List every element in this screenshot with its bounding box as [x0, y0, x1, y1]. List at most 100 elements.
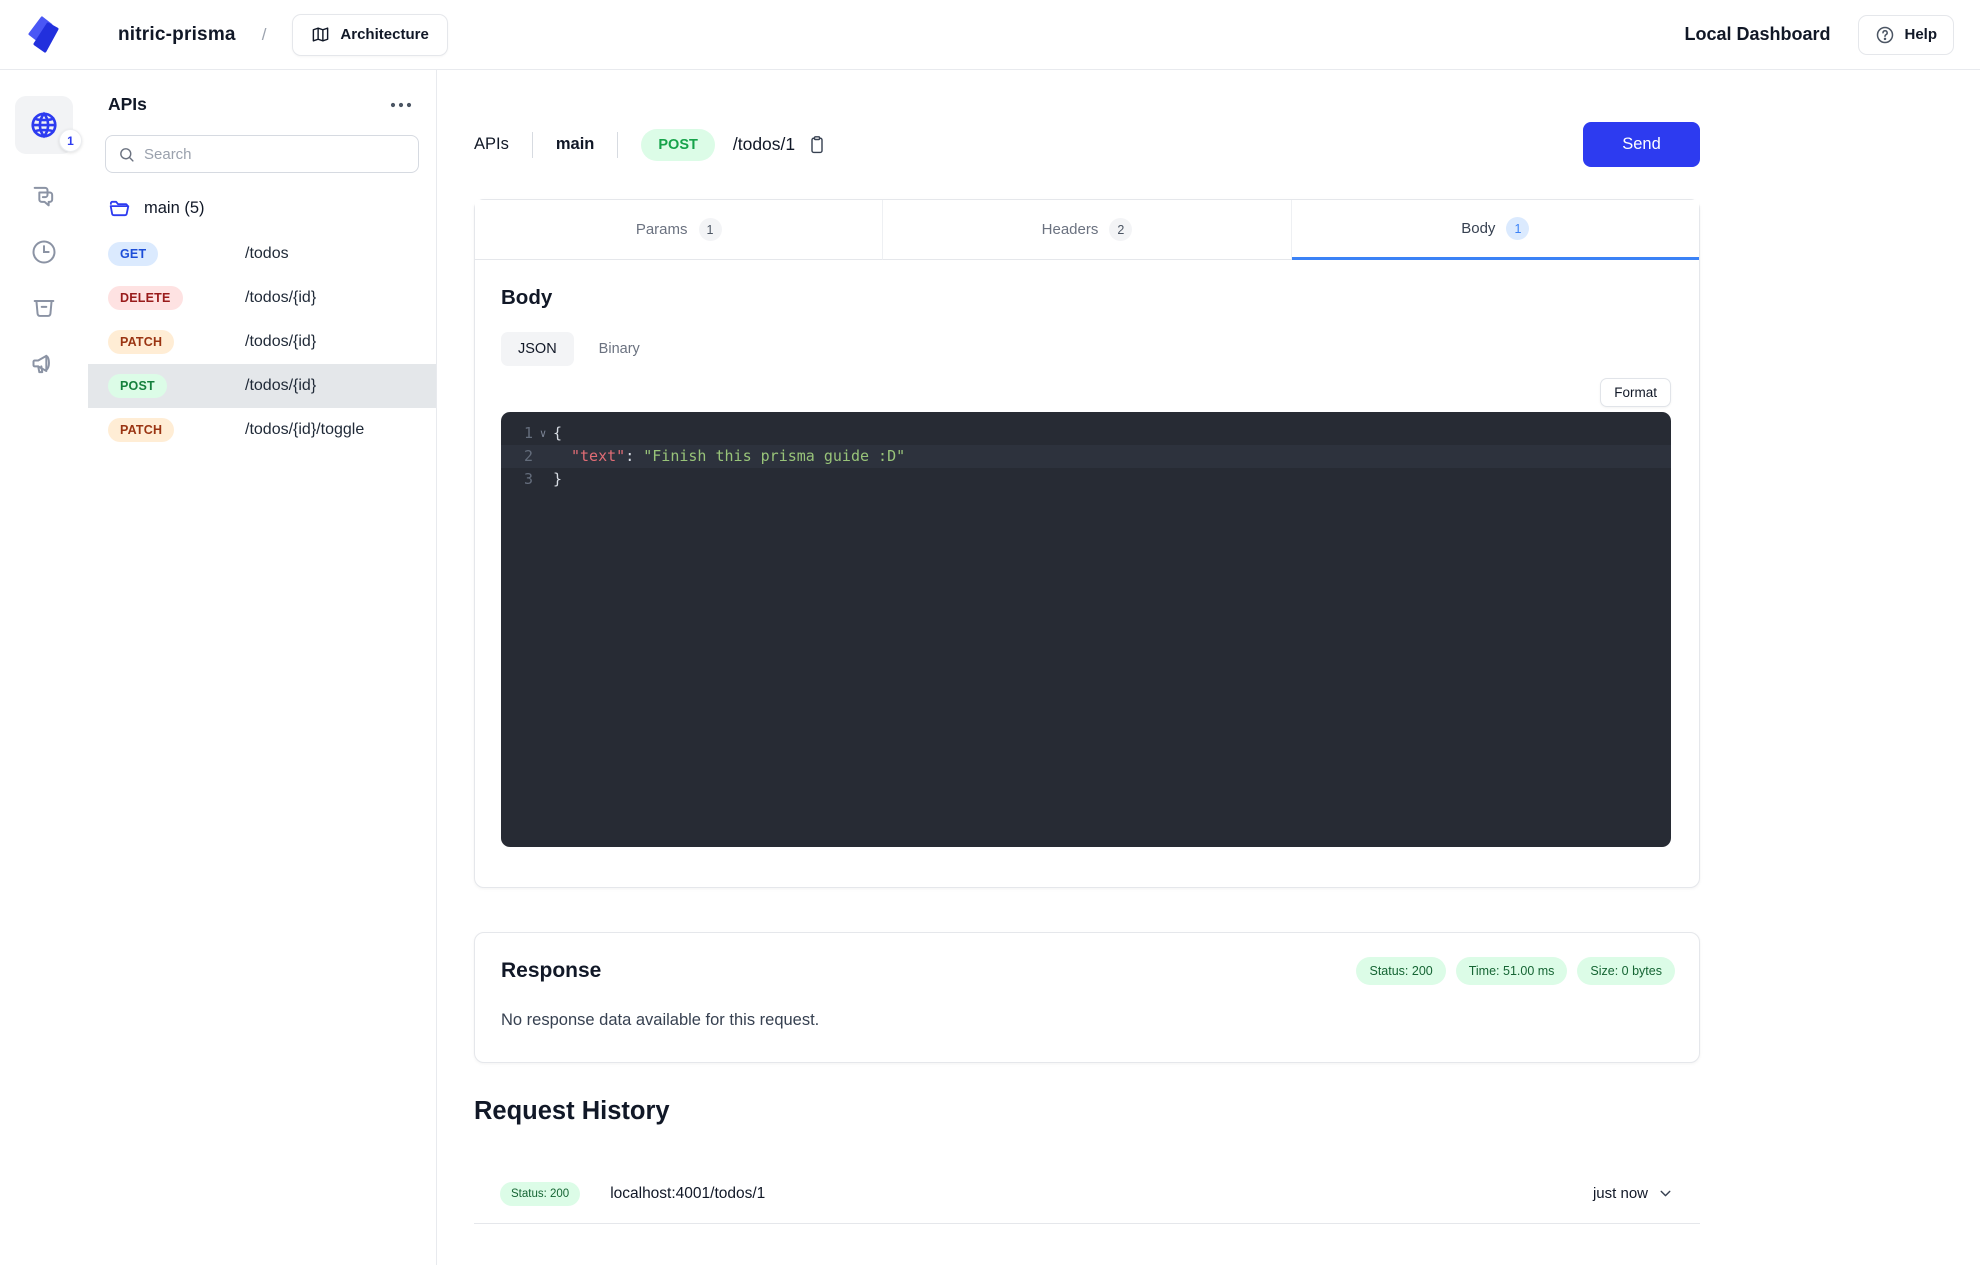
- globe-icon: [29, 110, 59, 140]
- chevron-down-icon[interactable]: [1657, 1185, 1674, 1202]
- architecture-label: Architecture: [340, 26, 429, 43]
- breadcrumb-divider: [531, 131, 533, 158]
- code-token: :: [625, 447, 644, 465]
- editor-line: 1 ∨ {: [501, 422, 1671, 445]
- mode-binary-button[interactable]: Binary: [582, 332, 657, 366]
- code-token: }: [553, 470, 563, 488]
- status-badge: Status: 200: [1356, 957, 1446, 985]
- breadcrumb-apis[interactable]: APIs: [474, 135, 509, 154]
- rail-apis-item[interactable]: 1: [15, 96, 82, 154]
- send-button[interactable]: Send: [1583, 122, 1700, 167]
- tab-label: Headers: [1041, 221, 1099, 238]
- architecture-button[interactable]: Architecture: [292, 13, 448, 56]
- response-card: Response Status: 200 Time: 51.00 ms Size…: [474, 932, 1700, 1063]
- sidebar-title: APIs: [108, 94, 147, 114]
- ellipsis-icon: [390, 102, 412, 107]
- endpoint-path: /todos/{id}: [245, 289, 317, 306]
- project-name: nitric-prisma: [118, 23, 236, 45]
- chat-bubbles-icon: [30, 182, 58, 210]
- method-badge: PATCH: [108, 418, 175, 442]
- endpoint-row-post-todo[interactable]: POST /todos/{id}: [88, 364, 436, 408]
- endpoint-path: /todos/{id}/toggle: [245, 421, 365, 438]
- response-heading: Response: [501, 959, 602, 982]
- method-badge: DELETE: [108, 286, 183, 310]
- line-number: 3: [523, 470, 533, 488]
- response-badges: Status: 200 Time: 51.00 ms Size: 0 bytes: [1356, 957, 1675, 985]
- size-badge: Size: 0 bytes: [1577, 957, 1675, 985]
- request-path: /todos/1: [732, 134, 796, 154]
- dashboard-title: Local Dashboard: [1684, 24, 1831, 44]
- nitric-logo-icon: [28, 16, 59, 52]
- apis-sidebar: APIs main (5): [88, 70, 437, 1265]
- rail-websockets-item[interactable]: [30, 182, 58, 210]
- copy-path-button[interactable]: [807, 134, 827, 155]
- storage-box-icon: [30, 294, 58, 322]
- tab-body[interactable]: Body 1: [1291, 200, 1699, 260]
- endpoint-row-patch-toggle[interactable]: PATCH /todos/{id}/toggle: [88, 408, 436, 452]
- endpoint-row-patch-todo[interactable]: PATCH /todos/{id}: [88, 320, 436, 364]
- tab-params[interactable]: Params 1: [475, 200, 884, 260]
- topbar-right: Local Dashboard Help: [1684, 14, 1980, 55]
- breadcrumb-separator: /: [261, 24, 267, 44]
- search-input[interactable]: [144, 145, 406, 163]
- format-button[interactable]: Format: [1600, 378, 1671, 407]
- code-token: {: [553, 424, 563, 442]
- history-status-badge: Status: 200: [500, 1181, 581, 1206]
- folder-main[interactable]: main (5): [88, 197, 436, 220]
- map-icon: [311, 25, 330, 44]
- clipboard-icon: [811, 136, 823, 154]
- request-tabs: Params 1 Headers 2 Body 1: [475, 200, 1699, 260]
- history-time: just now: [1592, 1185, 1648, 1202]
- request-method-pill: POST: [641, 128, 715, 161]
- line-number: 2: [523, 447, 533, 465]
- main-content: APIs main POST /todos/1 Send Params 1 He…: [437, 70, 1980, 1265]
- history-heading: Request History: [474, 1097, 670, 1125]
- clock-icon: [30, 238, 58, 266]
- breadcrumb-api-name: main: [555, 135, 595, 153]
- endpoint-path: /todos: [245, 245, 289, 262]
- megaphone-icon: [30, 350, 58, 378]
- body-mode-toggle: JSON Binary: [501, 332, 1671, 366]
- request-bar: APIs main POST /todos/1 Send: [474, 122, 1700, 167]
- help-label: Help: [1904, 26, 1937, 43]
- nitric-logo[interactable]: [0, 15, 88, 55]
- rail-topics-item[interactable]: [30, 350, 58, 378]
- tab-label: Params: [635, 221, 688, 238]
- rail-schedules-item[interactable]: [30, 238, 58, 266]
- endpoint-row-delete-todo[interactable]: DELETE /todos/{id}: [88, 276, 436, 320]
- tab-badge: 1: [698, 218, 722, 241]
- tab-badge: 2: [1109, 218, 1133, 241]
- code-token-key: "text": [571, 447, 626, 465]
- tab-headers[interactable]: Headers 2: [883, 200, 1292, 260]
- line-number: 1: [523, 424, 533, 442]
- request-card: Params 1 Headers 2 Body 1 Body JSON Bina…: [474, 199, 1700, 888]
- body-heading: Body: [501, 286, 553, 309]
- response-empty-message: No response data available for this requ…: [501, 1011, 820, 1029]
- method-badge: GET: [108, 242, 159, 266]
- help-button[interactable]: Help: [1858, 14, 1954, 55]
- folder-label: main (5): [144, 199, 205, 217]
- mode-json-button[interactable]: JSON: [501, 332, 574, 366]
- method-badge: PATCH: [108, 330, 175, 354]
- editor-line: 3 }: [501, 468, 1671, 491]
- rail-storage-item[interactable]: [30, 294, 58, 322]
- history-url: localhost:4001/todos/1: [610, 1184, 766, 1202]
- method-badge: POST: [108, 374, 167, 398]
- tab-badge: 1: [1506, 217, 1530, 240]
- folder-icon: [108, 197, 131, 220]
- question-circle-icon: [1875, 25, 1895, 45]
- editor-line-active: 2 "text" : "Finish this prisma guide :D": [501, 445, 1671, 468]
- apis-count-badge: 1: [59, 129, 82, 152]
- fold-chevron-icon[interactable]: ∨: [533, 422, 553, 445]
- time-badge: Time: 51.00 ms: [1455, 957, 1568, 985]
- search-icon: [118, 146, 135, 163]
- sidebar-menu-button[interactable]: [386, 97, 416, 113]
- endpoint-path: /todos/{id}: [245, 377, 317, 394]
- search-box: [105, 135, 419, 173]
- topbar: nitric-prisma / Architecture Local Dashb…: [0, 0, 1980, 70]
- history-row[interactable]: Status: 200 localhost:4001/todos/1 just …: [474, 1164, 1700, 1224]
- body-panel: Body JSON Binary Format 1 ∨ { 2 "text":…: [475, 260, 1699, 887]
- breadcrumb-divider: [617, 131, 619, 158]
- endpoint-row-get-todos[interactable]: GET /todos: [88, 232, 436, 276]
- json-body-editor[interactable]: 1 ∨ { 2 "text" : "Finish this prisma gui…: [501, 412, 1671, 847]
